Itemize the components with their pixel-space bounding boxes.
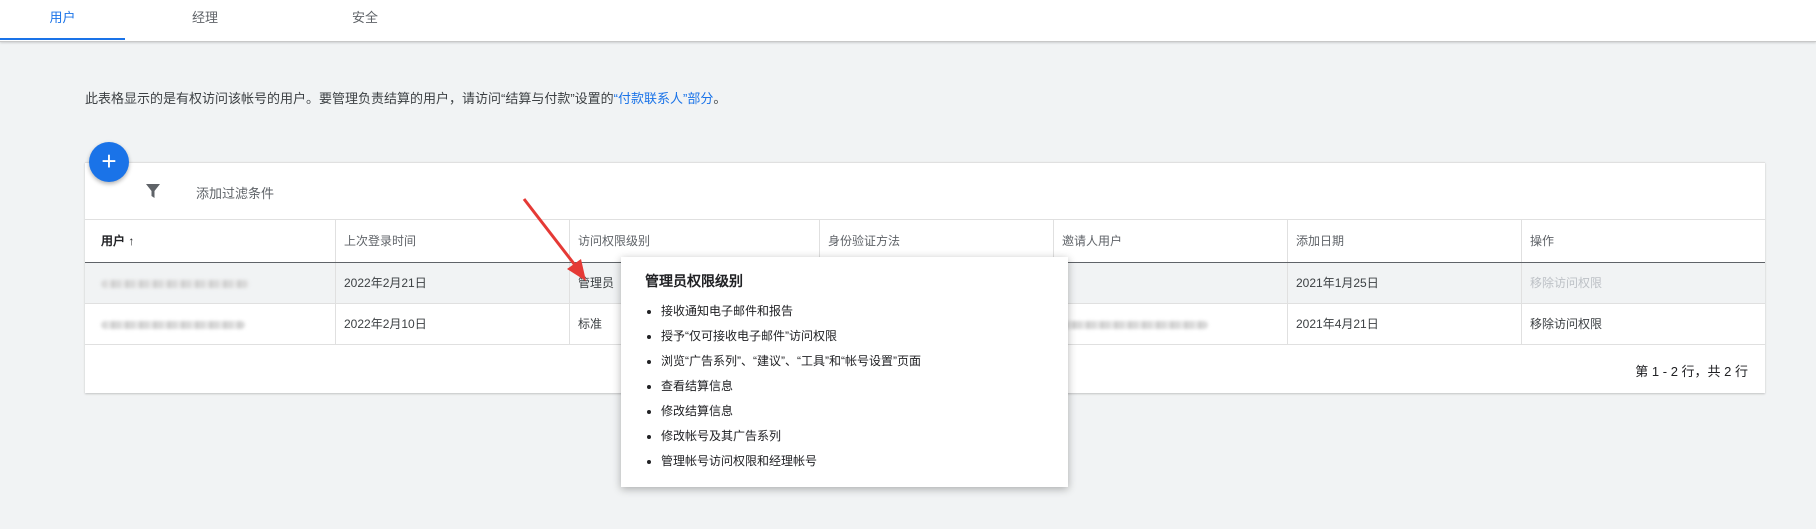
tab-managers[interactable]: 经理 [145,0,265,38]
column-header-actions: 操作 [1521,220,1765,262]
list-item: 修改结算信息 [661,399,1044,424]
plus-icon: + [101,146,117,176]
tab-users[interactable]: 用户 [0,0,125,40]
last-login-cell: 2022年2月10日 [335,304,569,344]
access-level-popover: 管理员权限级别 接收通知电子邮件和报告 授予“仅可接收电子邮件”访问权限 浏览“… [621,257,1068,487]
pagination-summary: 第 1 - 2 行，共 2 行 [1635,364,1748,379]
intro-text: 此表格显示的是有权访问该帐号的用户。要管理负责结算的用户，请访问“结算与付款”设… [85,88,726,107]
tab-security[interactable]: 安全 [305,0,425,38]
redacted-inviter [1062,320,1208,329]
list-item: 管理帐号访问权限和经理帐号 [661,449,1044,474]
remove-access-button[interactable]: 移除访问权限 [1521,263,1765,303]
list-item: 浏览“广告系列”、“建议”、“工具”和“帐号设置”页面 [661,349,1044,374]
user-email-cell [85,263,335,303]
column-header-last-login[interactable]: 上次登录时间 [335,220,569,262]
user-email-cell [85,304,335,344]
inviter-cell [1053,304,1287,344]
last-login-cell: 2022年2月21日 [335,263,569,303]
redacted-email [101,320,245,329]
column-header-auth-method[interactable]: 身份验证方法 [819,220,1053,262]
inviter-cell [1053,263,1287,303]
list-item: 授予“仅可接收电子邮件”访问权限 [661,324,1044,349]
permission-list: 接收通知电子邮件和报告 授予“仅可接收电子邮件”访问权限 浏览“广告系列”、“建… [645,299,1044,474]
column-header-date-added[interactable]: 添加日期 [1287,220,1521,262]
redacted-email [101,279,249,288]
add-user-button[interactable]: + [89,142,129,182]
column-header-inviter[interactable]: 邀请人用户 [1053,220,1287,262]
popover-title: 管理员权限级别 [645,273,743,289]
list-item: 查看结算信息 [661,374,1044,399]
intro-body: 此表格显示的是有权访问该帐号的用户。要管理负责结算的用户，请访问“结算与付款”设… [85,91,614,106]
payment-contacts-link[interactable]: “付款联系人”部分 [614,91,714,106]
list-item: 修改帐号及其广告系列 [661,424,1044,449]
column-header-access-level[interactable]: 访问权限级别 [569,220,819,262]
intro-suffix: 。 [713,91,727,106]
tab-bar: 用户 经理 安全 [0,0,1816,42]
column-header-user[interactable]: 用户 ↑ [85,220,335,262]
filter-icon[interactable] [145,183,161,199]
add-filter-button[interactable]: 添加过滤条件 [196,183,274,202]
remove-access-button[interactable]: 移除访问权限 [1521,304,1765,344]
list-item: 接收通知电子邮件和报告 [661,299,1044,324]
date-added-cell: 2021年4月21日 [1287,304,1521,344]
date-added-cell: 2021年1月25日 [1287,263,1521,303]
